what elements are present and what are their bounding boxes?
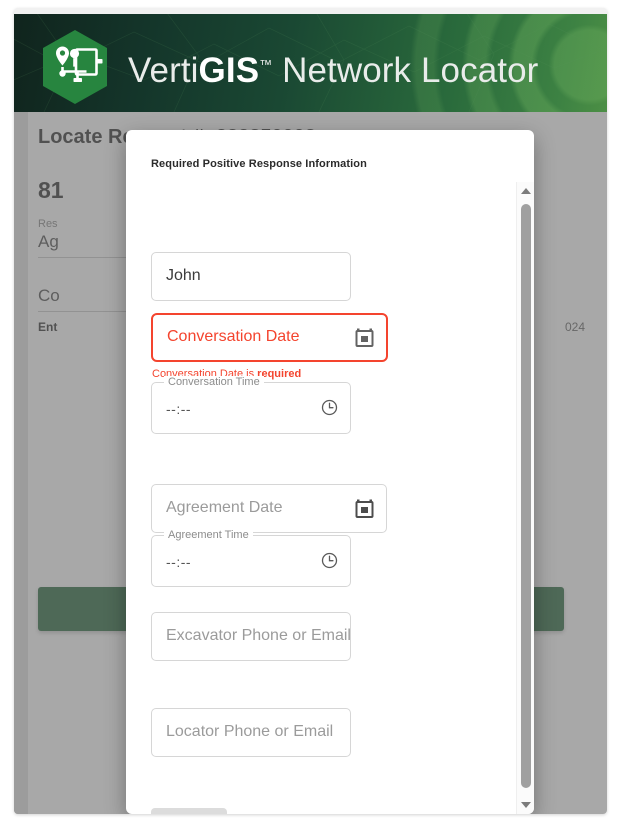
brand-prefix: Verti bbox=[128, 51, 199, 90]
clock-icon[interactable] bbox=[321, 552, 338, 574]
locator-contact-field[interactable]: Locator Phone or Email bbox=[151, 708, 351, 757]
scrollbar-thumb[interactable] bbox=[521, 204, 531, 788]
trademark-symbol: ™ bbox=[259, 57, 273, 72]
submit-button[interactable]: Submit bbox=[151, 808, 227, 814]
conversation-time-field[interactable]: Conversation Time --:-- bbox=[151, 376, 351, 434]
excavator-contact-placeholder: Excavator Phone or Email bbox=[166, 627, 351, 644]
dialog-scroll-area: John Conversation Date Conversation Date… bbox=[126, 182, 516, 814]
agreement-time-label: Agreement Time bbox=[164, 529, 253, 541]
calendar-icon[interactable] bbox=[355, 499, 374, 523]
product-name: Network Locator bbox=[272, 51, 539, 90]
conversation-time-value: --:-- bbox=[166, 401, 192, 417]
dialog-scrollbar[interactable] bbox=[516, 182, 534, 814]
calendar-icon[interactable] bbox=[355, 328, 374, 352]
scroll-up-arrow-icon[interactable] bbox=[517, 182, 534, 200]
conversation-date-placeholder: Conversation Date bbox=[167, 328, 300, 345]
error-emphasis: required bbox=[257, 368, 302, 380]
application-window: VertiGIS™ Network Locator Locate Request… bbox=[14, 8, 607, 814]
conversation-time-label: Conversation Time bbox=[164, 376, 264, 388]
positive-response-dialog: Required Positive Response Information J… bbox=[126, 130, 534, 814]
locator-contact-placeholder: Locator Phone or Email bbox=[166, 723, 334, 740]
left-gutter-shade bbox=[14, 112, 28, 814]
excavator-contact-field[interactable]: Excavator Phone or Email bbox=[151, 612, 351, 661]
brand-bold: GIS bbox=[198, 51, 260, 90]
name-field[interactable]: John bbox=[151, 252, 351, 301]
scroll-down-arrow-icon[interactable] bbox=[517, 796, 534, 814]
clock-icon[interactable] bbox=[321, 399, 338, 421]
conversation-date-field[interactable]: Conversation Date bbox=[151, 313, 388, 362]
vertigis-logo-icon bbox=[43, 30, 107, 104]
name-field-value: John bbox=[166, 267, 201, 284]
agreement-time-field[interactable]: Agreement Time --:-- bbox=[151, 529, 351, 587]
agreement-time-value: --:-- bbox=[166, 554, 192, 570]
app-title: VertiGIS™ Network Locator bbox=[128, 43, 538, 93]
agreement-date-field[interactable]: Agreement Date bbox=[151, 484, 387, 533]
dialog-title: Required Positive Response Information bbox=[151, 158, 367, 170]
agreement-date-placeholder: Agreement Date bbox=[166, 499, 283, 516]
app-header-banner: VertiGIS™ Network Locator bbox=[14, 14, 607, 112]
